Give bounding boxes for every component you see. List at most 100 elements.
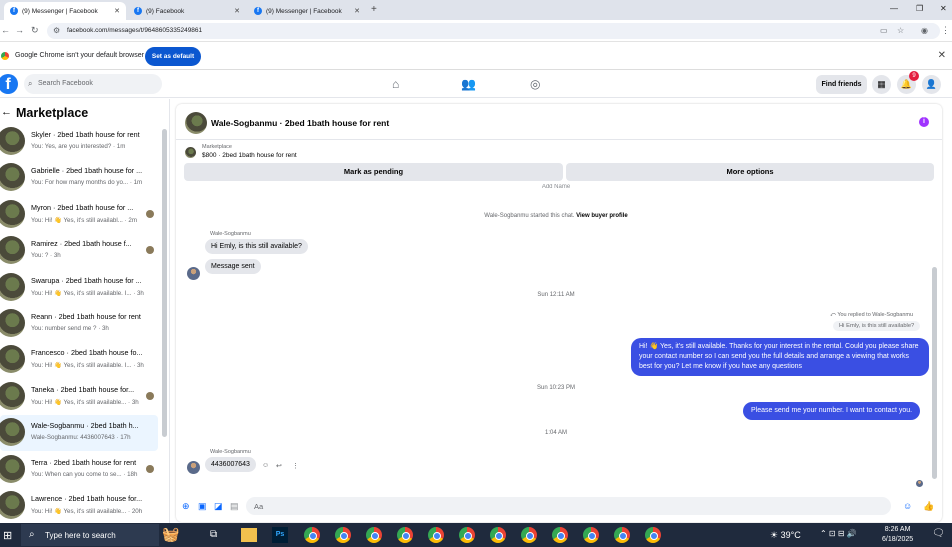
incoming-message[interactable]: Message sent <box>205 259 261 274</box>
bookmark-star-icon[interactable]: ☆ <box>897 26 904 35</box>
conversation-item[interactable]: Lawrence · 2bed 1bath house for... You: H… <box>0 488 158 524</box>
conversation-item[interactable]: Gabrielle · 2bed 1bath house for ... You:… <box>0 160 158 196</box>
sidebar-scrollbar[interactable] <box>162 129 167 437</box>
profile-icon[interactable]: ◉ <box>921 26 928 35</box>
facebook-logo-icon[interactable]: f <box>0 74 18 94</box>
site-info-icon[interactable]: ⚙ <box>53 26 60 35</box>
reload-icon[interactable]: ↻ <box>31 25 39 36</box>
close-infobar-icon[interactable]: ✕ <box>938 50 946 61</box>
back-icon[interactable]: ← <box>1 25 10 35</box>
like-thumb-icon[interactable]: 👍 <box>923 501 934 512</box>
conversation-avatar <box>0 454 25 483</box>
more-options-button[interactable]: More options <box>566 163 934 181</box>
find-friends-button[interactable]: Find friends <box>816 75 867 94</box>
notification-center-icon[interactable]: 🗨 <box>932 528 945 539</box>
back-arrow-icon[interactable]: ← <box>1 106 12 118</box>
conversation-item[interactable]: Taneka · 2bed 1bath house for... You: Hi!… <box>0 379 158 415</box>
conversation-item[interactable]: Reann · 2bed 1bath house for rent You: nu… <box>0 306 158 342</box>
chrome-taskbar-icon[interactable] <box>521 527 537 543</box>
chrome-taskbar-icon[interactable] <box>428 527 444 543</box>
more-actions-icon[interactable]: ⋮ <box>292 462 299 470</box>
chrome-taskbar-icon[interactable] <box>335 527 351 543</box>
chrome-taskbar-icon[interactable] <box>583 527 599 543</box>
chrome-taskbar-icon[interactable] <box>645 527 661 543</box>
message-thread: Add Name Wale-Sogbanmu started this chat… <box>176 184 942 492</box>
conversation-item[interactable]: Swarupa · 2bed 1bath house for ... You: H… <box>0 270 158 306</box>
groups-icon[interactable]: ◎ <box>530 77 540 91</box>
chat-scrollbar[interactable] <box>932 267 937 479</box>
browser-tab-messenger-2[interactable]: f (9) Messenger | Facebook ✕ <box>248 2 366 20</box>
tab-label: (9) Messenger | Facebook <box>22 7 98 15</box>
browser-tab-facebook[interactable]: f (9) Facebook ✕ <box>128 2 246 20</box>
seen-indicator-avatar <box>146 209 154 218</box>
chat-title[interactable]: Wale-Sogbanmu · 2bed 1bath house for ren… <box>211 118 389 128</box>
chrome-taskbar-icon[interactable] <box>366 527 382 543</box>
conversation-item[interactable]: Francesco · 2bed 1bath house fo... You: H… <box>0 342 158 378</box>
task-view-icon[interactable]: ⧉ <box>210 529 217 540</box>
facebook-search-input[interactable]: ⌕ Search Facebook <box>24 74 162 94</box>
sender-avatar[interactable] <box>187 461 200 474</box>
reply-icon[interactable]: ↩ <box>276 462 282 470</box>
emoji-icon[interactable]: ☺ <box>903 501 912 511</box>
message-input[interactable]: Aa <box>246 497 891 515</box>
omnibox[interactable]: ⚙ facebook.com/messages/t/96486053352498… <box>47 23 940 39</box>
forward-icon[interactable]: → <box>15 25 24 35</box>
gif-icon[interactable]: ▤ <box>230 501 239 512</box>
conversation-item[interactable]: Wale-Sogbanmu · 2bed 1bath h... Wale-Sogb… <box>0 415 158 452</box>
outgoing-message[interactable]: Hi! 👋 Yes, it's still available. Thanks … <box>631 338 929 376</box>
sender-avatar[interactable] <box>187 267 200 280</box>
incoming-message[interactable]: Hi Emly, is this still available? <box>205 239 308 254</box>
minimize-icon[interactable]: — <box>890 4 898 13</box>
chrome-taskbar-icon[interactable] <box>490 527 506 543</box>
photoshop-icon[interactable]: Ps <box>272 527 288 543</box>
close-window-icon[interactable]: ✕ <box>940 4 947 13</box>
sticker-icon[interactable]: ◪ <box>214 501 223 512</box>
conversation-item[interactable]: Skyler · 2bed 1bath house for rent You: Y… <box>0 124 158 160</box>
close-tab-icon[interactable]: ✕ <box>354 7 360 15</box>
taskbar-search-box[interactable]: ⌕ Type here to search <box>21 524 159 546</box>
chrome-taskbar-icon[interactable] <box>459 527 475 543</box>
chat-avatar[interactable] <box>185 112 207 134</box>
set-as-default-button[interactable]: Set as default <box>145 47 201 66</box>
system-tray-icons[interactable]: ⌃ ⊡ ⊟ 🔊 <box>820 529 857 538</box>
url-text[interactable]: facebook.com/messages/t/9648605335249861 <box>67 27 202 34</box>
incoming-message[interactable]: 4436007643 <box>205 457 256 472</box>
cast-icon[interactable]: ▭ <box>880 26 888 35</box>
photo-icon[interactable]: ▣ <box>198 501 207 512</box>
maximize-icon[interactable]: ❐ <box>916 4 923 13</box>
react-emoji-icon[interactable]: ☺ <box>262 462 269 469</box>
conversation-item[interactable]: Terra · 2bed 1bath house for rent You: Wh… <box>0 452 158 488</box>
browser-tab-messenger[interactable]: f (9) Messenger | Facebook ✕ <box>4 2 126 20</box>
browser-tab-bar: f (9) Messenger | Facebook ✕ f (9) Faceb… <box>0 0 952 20</box>
new-tab-icon[interactable]: + <box>371 4 377 15</box>
conversation-name: Wale-Sogbanmu · 2bed 1bath h... <box>31 421 139 431</box>
mark-as-pending-button[interactable]: Mark as pending <box>184 163 563 181</box>
replied-quote[interactable]: Hi Emly, is this still available? <box>833 321 921 331</box>
listing-title[interactable]: $800 · 2bed 1bath house for rent <box>202 152 297 159</box>
close-tab-icon[interactable]: ✕ <box>234 7 240 15</box>
weather-widget[interactable]: ☀ 39°C <box>770 530 801 541</box>
listing-thumbnail[interactable] <box>185 147 196 158</box>
outgoing-message[interactable]: Please send me your number. I want to co… <box>743 402 921 420</box>
taskbar-clock[interactable]: 8:26 AM 6/18/2025 <box>882 525 913 545</box>
home-icon[interactable]: ⌂ <box>392 77 399 91</box>
friends-icon[interactable]: 👥 <box>461 77 476 91</box>
add-plus-icon[interactable]: ⊕ <box>182 501 190 512</box>
conversation-item[interactable]: Myron · 2bed 1bath house for ... You: Hi!… <box>0 197 158 233</box>
close-tab-icon[interactable]: ✕ <box>114 7 120 15</box>
conversation-item[interactable]: Ramirez · 2bed 1bath house f... You: ? · … <box>0 233 158 269</box>
message-composer: ⊕ ▣ ◪ ▤ Aa ☺ 👍 <box>176 492 942 522</box>
panel-title: Marketplace <box>16 106 89 120</box>
chrome-taskbar-icon[interactable] <box>304 527 320 543</box>
chrome-taskbar-icon[interactable] <box>552 527 568 543</box>
account-avatar[interactable]: 👤 <box>922 75 941 94</box>
windows-start-icon[interactable]: ⊞ <box>3 529 12 542</box>
default-browser-bar: Google Chrome isn't your default browser… <box>0 43 952 70</box>
menu-grid-icon[interactable]: ▦ <box>872 75 891 94</box>
view-buyer-profile-link[interactable]: View buyer profile <box>576 213 628 219</box>
menu-kebab-icon[interactable]: ⋮ <box>941 25 950 36</box>
chrome-taskbar-icon[interactable] <box>397 527 413 543</box>
file-explorer-icon[interactable] <box>241 528 257 542</box>
info-icon[interactable]: i <box>919 117 929 127</box>
chrome-taskbar-icon[interactable] <box>614 527 630 543</box>
